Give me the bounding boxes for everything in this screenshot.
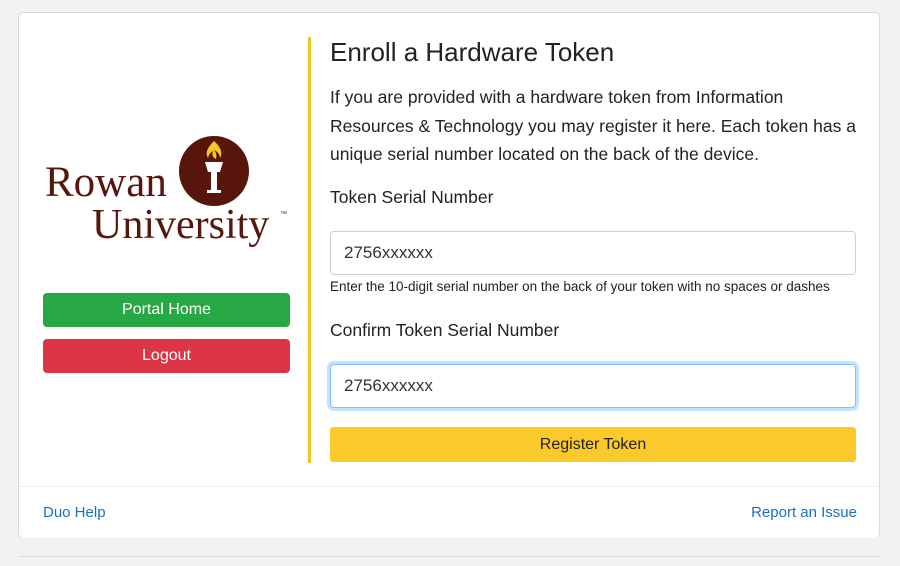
rowan-university-logo: Rowan University ™ (45, 136, 287, 248)
serial-number-help: Enter the 10-digit serial number on the … (330, 279, 830, 294)
serial-number-input[interactable] (330, 231, 856, 275)
register-token-button[interactable]: Register Token (330, 427, 856, 462)
confirm-serial-label: Confirm Token Serial Number (330, 320, 560, 340)
card-footer: Duo Help Report an Issue (19, 486, 879, 538)
report-issue-link[interactable]: Report an Issue (751, 504, 857, 521)
serial-number-label: Token Serial Number (330, 187, 494, 207)
portal-home-button[interactable]: Portal Home (43, 293, 290, 327)
gold-divider (308, 37, 311, 463)
logo-word-rowan: Rowan (45, 159, 167, 206)
intro-text: If you are provided with a hardware toke… (330, 87, 856, 164)
duo-help-link[interactable]: Duo Help (43, 504, 106, 521)
logo-word-university: University (92, 202, 269, 248)
confirm-serial-input[interactable] (330, 364, 856, 408)
logout-button[interactable]: Logout (43, 339, 290, 373)
page-title: Enroll a Hardware Token (330, 37, 615, 67)
page-bottom-rule (18, 556, 880, 557)
logo-trademark: ™ (280, 211, 287, 218)
enrollment-card: Rowan University ™ Portal Home Logout En… (18, 12, 880, 538)
